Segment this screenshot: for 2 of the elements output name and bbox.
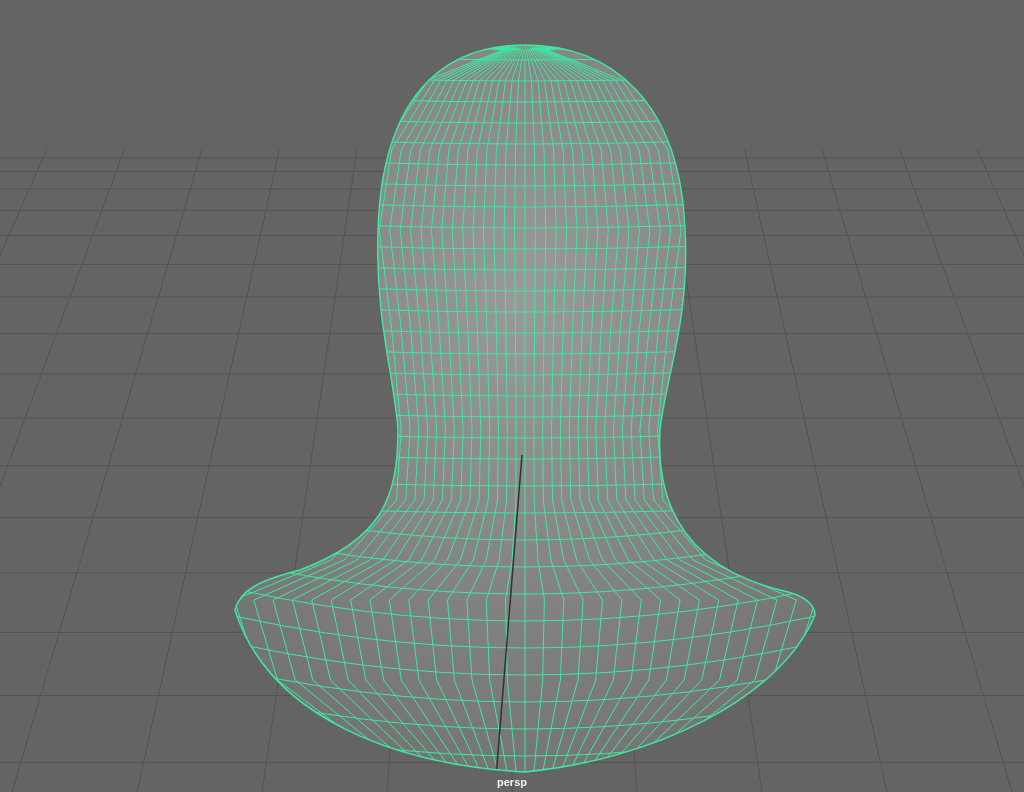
camera-label: persp [497,776,527,788]
head-mesh-drawing[interactable] [234,44,816,773]
